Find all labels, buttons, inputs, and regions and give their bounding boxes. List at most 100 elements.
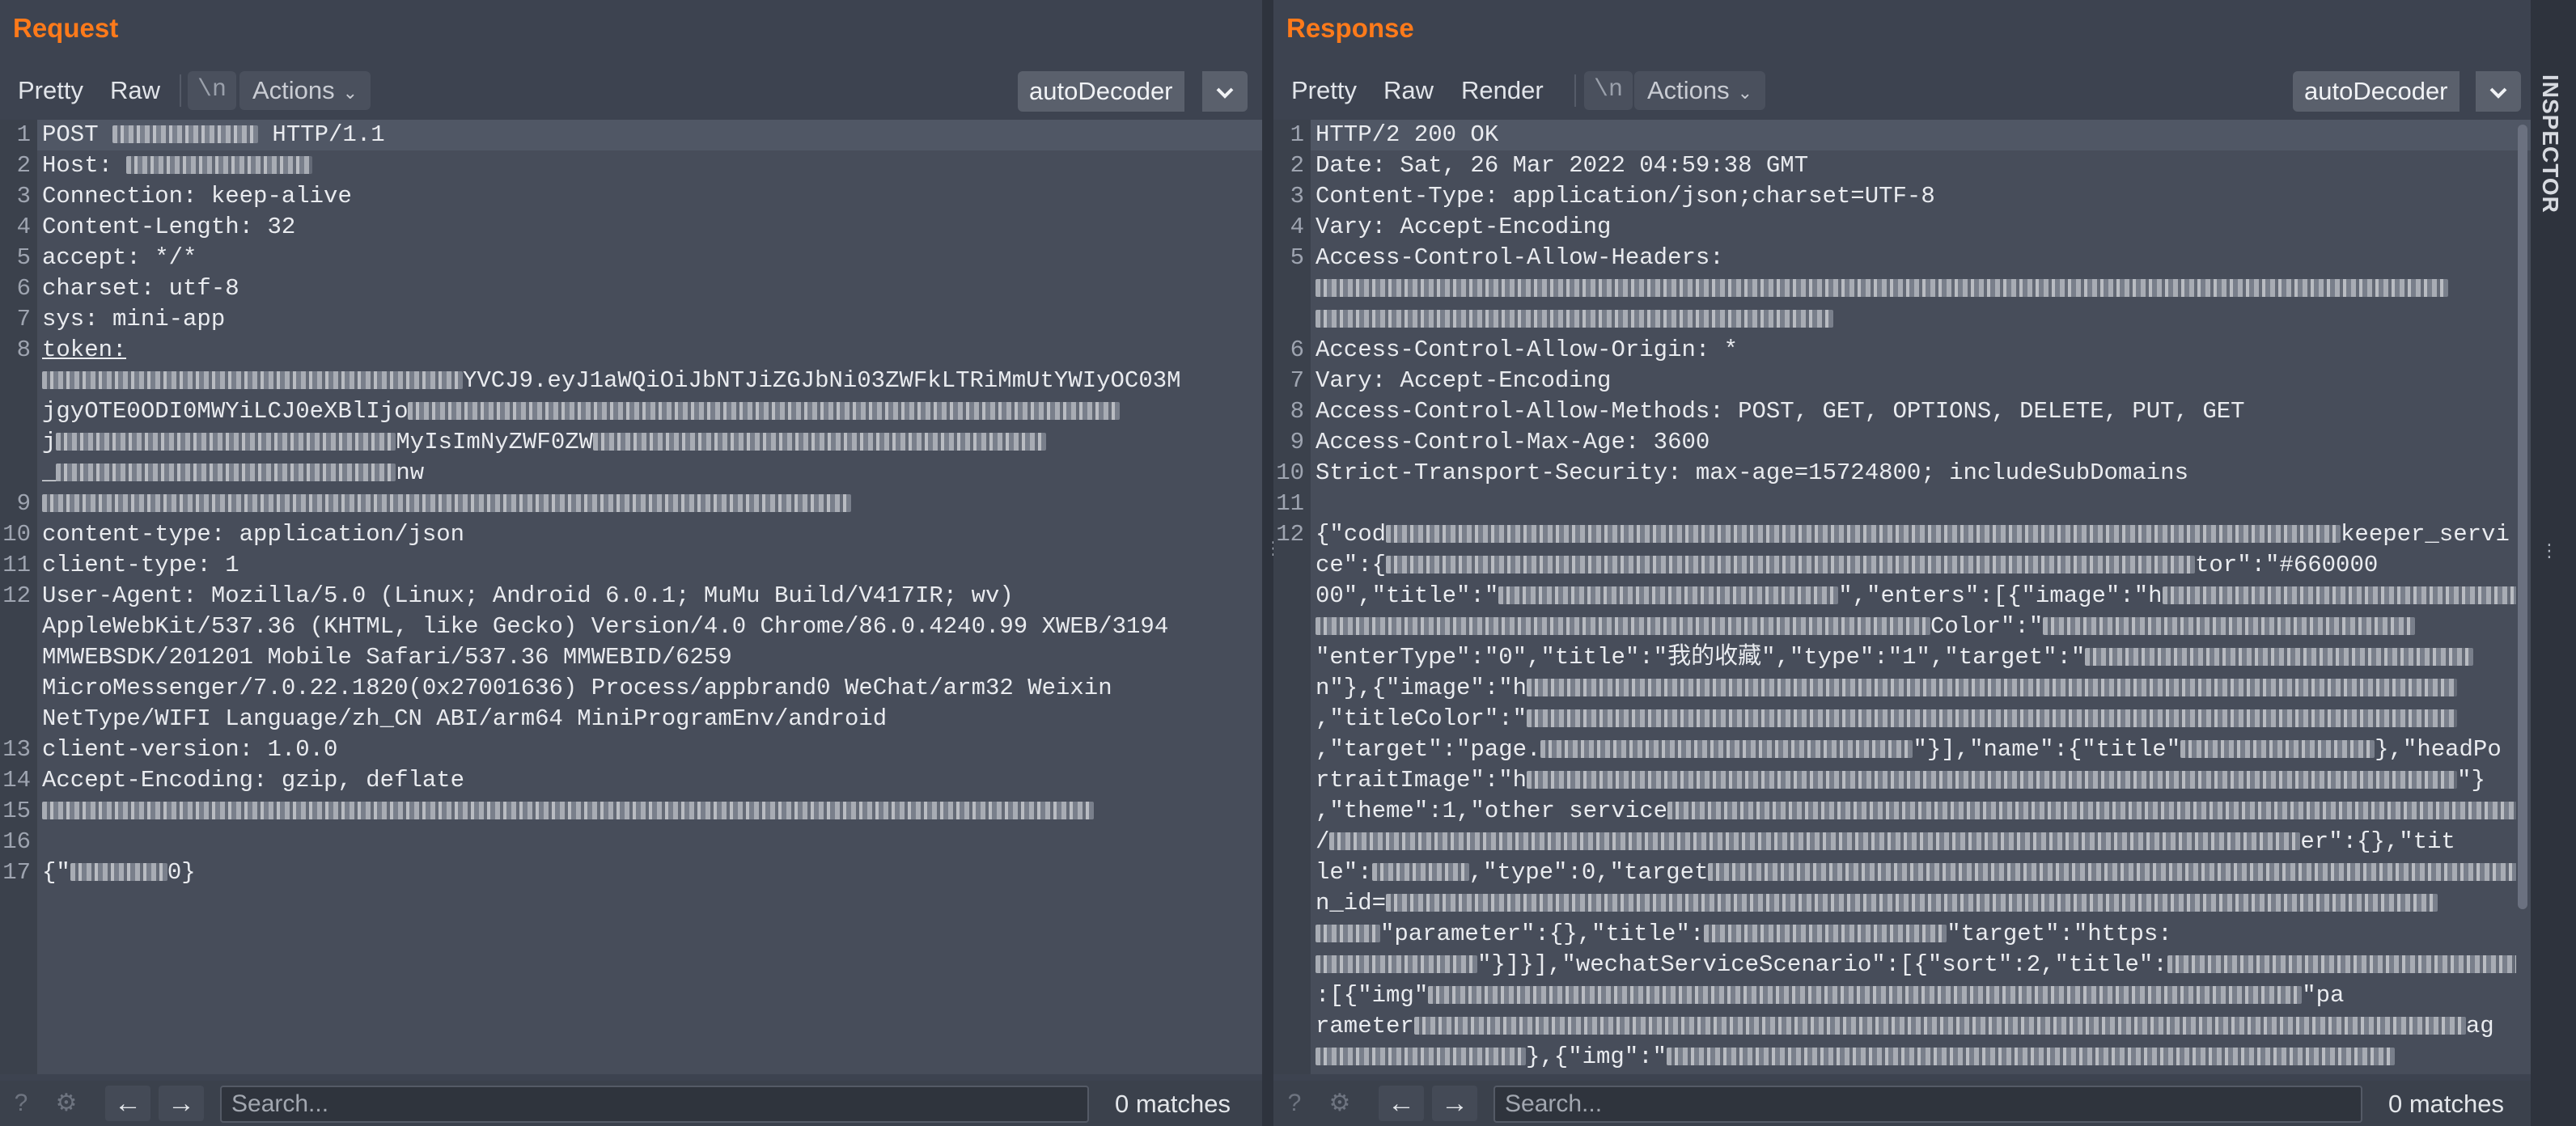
inspector-sidebar[interactable]: INSPECTOR ⋮: [2531, 0, 2576, 1126]
response-decoder-dropdown[interactable]: [2474, 71, 2521, 112]
line-content: Vary: Accept-Encoding: [1316, 212, 1611, 243]
pane-splitter[interactable]: ⋮: [1262, 0, 1282, 1126]
line-text: n"},{"image":"h: [1316, 675, 1527, 701]
line-content: Content-Length: 32: [42, 212, 295, 243]
line-text: HTTP/1.1: [258, 121, 385, 148]
line-number: 9: [1290, 429, 1304, 455]
response-newline-toggle[interactable]: \n: [1584, 71, 1633, 110]
line-text: Access-Control-Allow-Methods: POST, GET,…: [1316, 398, 2245, 425]
code-line: 3 Content-Type: application/json;charset=…: [1273, 181, 2531, 212]
response-raw-tab[interactable]: Raw: [1375, 68, 1442, 113]
line-text: client-version: 1.0.0: [42, 736, 338, 763]
help-icon[interactable]: ?: [5, 1087, 37, 1120]
response-pane: Response Pretty Raw Render \n Actions ⌄ a…: [1273, 0, 2531, 1126]
line-content: / er":{},"tit: [1316, 827, 2455, 857]
code-line: _ nw: [0, 458, 1262, 489]
arrow-right-icon[interactable]: →: [1432, 1086, 1477, 1121]
line-content: POST HTTP/1.1: [42, 120, 385, 150]
line-content: n"},{"image":"h: [1316, 673, 2458, 704]
code-line: 00","title":" ","enters":[{"image":"h: [1273, 581, 2531, 612]
line-text: 0}: [167, 859, 196, 886]
line-content: client-type: 1: [42, 550, 239, 581]
arrow-left-icon[interactable]: ←: [105, 1086, 150, 1121]
arrow-right-icon[interactable]: →: [159, 1086, 204, 1121]
line-text: sys: mini-app: [42, 306, 226, 332]
request-search-bar: ? ⚙ ← → Search... 0 matches: [0, 1081, 1262, 1126]
drag-handle-icon: ⋮: [2540, 540, 2558, 561]
line-content: rtraitImage":"h "}: [1316, 765, 2485, 796]
code-line: YVCJ9.eyJ1aWQiOiJbNTJiZGJbNi03ZWFkLTRiMm…: [0, 366, 1262, 396]
line-content: Accept-Encoding: gzip, deflate: [42, 765, 464, 796]
line-text: accept: */*: [42, 244, 197, 271]
redacted-text: [408, 402, 1121, 421]
actions-label: Actions: [252, 76, 335, 104]
code-line: 12 {"cod keeper_servi: [1273, 519, 2531, 550]
line-text: Access-Control-Max-Age: 3600: [1316, 429, 1710, 455]
line-content: jgyOTE0ODI0MWYiLCJ0eXBlIjo: [42, 396, 1121, 427]
request-decoder-select[interactable]: autoDecoder: [1018, 71, 1184, 112]
line-content: 00","title":" ","enters":[{"image":"h: [1316, 581, 2516, 612]
request-pretty-tab[interactable]: Pretty: [10, 68, 91, 113]
code-line: 9 Access-Control-Max-Age: 3600: [1273, 427, 2531, 458]
line-number: 1: [1290, 121, 1304, 148]
line-number: 4: [16, 214, 31, 240]
line-number: 10: [2, 521, 31, 548]
line-number: 14: [2, 767, 31, 794]
request-actions-button[interactable]: Actions ⌄: [239, 71, 371, 110]
chevron-down-icon: [2489, 87, 2507, 99]
line-text: ce":{: [1316, 552, 1387, 578]
toolbar-separator: [1574, 74, 1576, 107]
response-pretty-tab[interactable]: Pretty: [1283, 68, 1365, 113]
code-line: n"},{"image":"h: [1273, 673, 2531, 704]
response-editor[interactable]: 1 HTTP/2 200 OK 2 Date: Sat, 26 Mar 2022 04…: [1273, 120, 2531, 1074]
response-render-tab[interactable]: Render: [1453, 68, 1552, 113]
code-line: rameter ag: [1273, 1011, 2531, 1042]
line-content: [1316, 273, 2448, 304]
request-editor[interactable]: 1 POST HTTP/1.1 2 Host: 3 Connection: keep-a…: [0, 120, 1262, 1074]
code-line: "parameter":{},"title": "target":"https:: [1273, 919, 2531, 950]
request-raw-tab[interactable]: Raw: [102, 68, 168, 113]
line-number: 17: [2, 859, 31, 886]
inspector-label: INSPECTOR: [2538, 74, 2563, 214]
response-search-input[interactable]: Search...: [1493, 1086, 2362, 1123]
code-line: 7 sys: mini-app: [0, 304, 1262, 335]
line-text: Access-Control-Allow-Origin: *: [1316, 337, 1739, 363]
line-content: _ nw: [42, 458, 424, 489]
line-number: 5: [16, 244, 31, 271]
line-text: },"headPo: [2375, 736, 2502, 763]
code-line: :[{"img" "pa: [1273, 980, 2531, 1011]
line-text: :[{"img": [1316, 982, 1429, 1009]
redacted-text: [1708, 863, 2516, 882]
line-content: ,"theme":1,"other service: [1316, 796, 2516, 827]
response-decoder-select[interactable]: autoDecoder: [2293, 71, 2459, 112]
code-line: "enterType":"0","title":"我的收藏","type":"1…: [1273, 642, 2531, 673]
help-icon[interactable]: ?: [1278, 1087, 1311, 1120]
gear-icon[interactable]: ⚙: [1324, 1087, 1356, 1120]
gear-icon[interactable]: ⚙: [50, 1087, 83, 1120]
redacted-text: [70, 863, 167, 882]
line-number: 2: [1290, 152, 1304, 179]
line-text: NetType/WIFI Language/zh_CN ABI/arm64 Mi…: [42, 705, 888, 732]
request-decoder-dropdown[interactable]: [1201, 71, 1248, 112]
redacted-text: [1540, 740, 1913, 759]
request-search-input[interactable]: Search...: [220, 1086, 1089, 1123]
request-newline-toggle[interactable]: \n: [188, 71, 237, 110]
code-line: ,"target":"page. "}],"name":{"title"},"he…: [1273, 734, 2531, 765]
code-line: n_id=: [1273, 888, 2531, 919]
line-number: 1: [16, 121, 31, 148]
line-content: [42, 489, 851, 519]
code-line: 5 accept: */*: [0, 243, 1262, 273]
line-text: ,"titleColor":": [1316, 705, 1527, 732]
line-content: charset: utf-8: [42, 273, 239, 304]
line-content: Access-Control-Allow-Headers:: [1316, 243, 1724, 273]
line-number: 11: [2, 552, 31, 578]
line-text: MMWEBSDK/201201 Mobile Safari/537.36 MMW…: [42, 644, 732, 671]
arrow-left-icon[interactable]: ←: [1379, 1086, 1424, 1121]
redacted-text: [1498, 586, 1839, 605]
redacted-text: [1413, 1017, 2466, 1035]
response-actions-button[interactable]: Actions ⌄: [1634, 71, 1766, 110]
line-number: 3: [1290, 183, 1304, 210]
line-content: Color":": [1316, 612, 2416, 642]
line-number: 11: [1276, 490, 1304, 517]
redacted-text: [42, 371, 463, 390]
